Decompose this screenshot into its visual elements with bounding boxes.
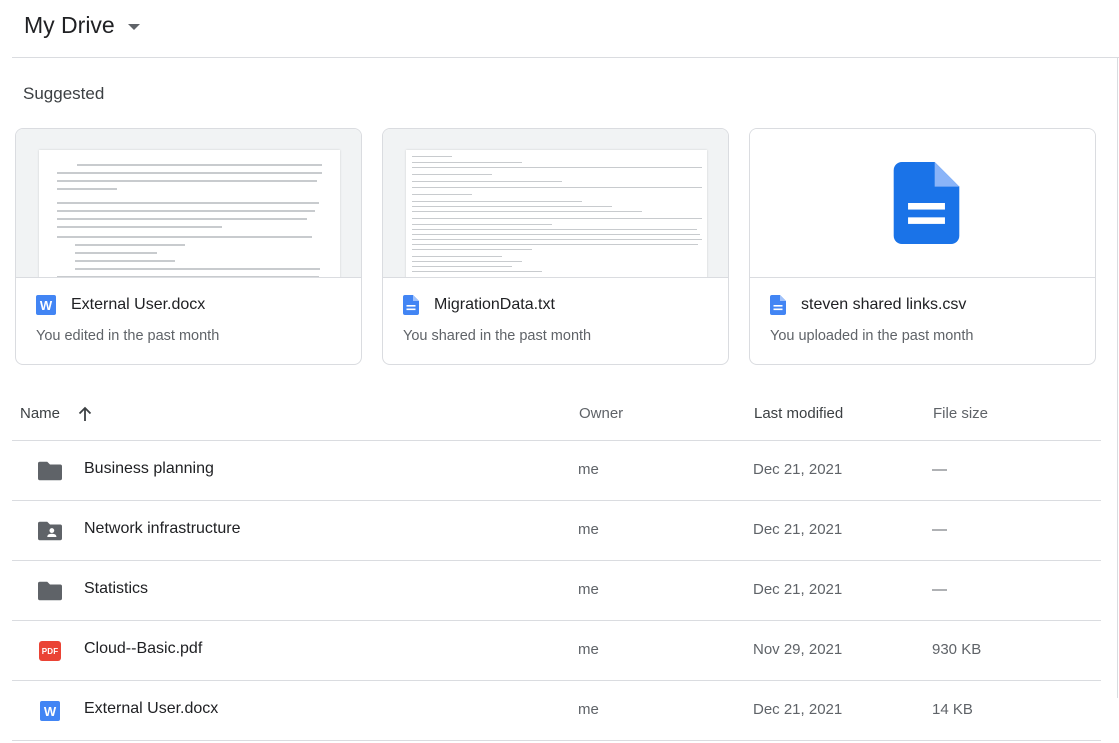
file-modified: Dec 21, 2021 bbox=[753, 581, 843, 598]
card-file-name: steven shared links.csv bbox=[801, 296, 967, 313]
file-list-header: Name Owner Last modified File size bbox=[0, 395, 1119, 441]
sort-by-modified-button[interactable]: Last modified bbox=[754, 405, 843, 422]
file-size: 14 KB bbox=[932, 701, 973, 718]
caret-down-icon bbox=[127, 23, 140, 30]
file-size: 930 KB bbox=[932, 641, 982, 658]
file-row[interactable]: Business planning me Dec 21, 2021 — bbox=[0, 441, 1119, 501]
arrow-up-icon bbox=[78, 406, 92, 421]
file-row[interactable]: W External User.docx me Dec 21, 2021 14 … bbox=[0, 681, 1119, 741]
file-row[interactable]: PDF Cloud--Basic.pdf me Nov 29, 2021 930… bbox=[0, 621, 1119, 681]
file-owner: me bbox=[578, 701, 599, 718]
page-title: My Drive bbox=[24, 12, 115, 38]
file-owner: me bbox=[578, 521, 599, 538]
word-icon: W bbox=[40, 701, 60, 721]
card-activity: You uploaded in the past month bbox=[770, 328, 974, 344]
header: My Drive bbox=[0, 0, 1119, 58]
suggested-card[interactable]: W External User.docx You edited in the p… bbox=[15, 128, 362, 365]
text-doc-icon bbox=[403, 295, 419, 315]
word-icon: W bbox=[36, 295, 56, 315]
file-preview bbox=[16, 129, 361, 278]
file-size: — bbox=[932, 581, 947, 598]
suggested-card[interactable]: steven shared links.csv You uploaded in … bbox=[749, 128, 1096, 365]
shared-folder-icon bbox=[38, 521, 62, 541]
card-activity: You shared in the past month bbox=[403, 328, 592, 344]
file-size: — bbox=[932, 461, 947, 478]
file-name: External User.docx bbox=[84, 700, 219, 717]
file-row[interactable]: Network infrastructure me Dec 21, 2021 — bbox=[0, 501, 1119, 561]
column-name-label: Name bbox=[20, 405, 61, 422]
file-preview bbox=[383, 129, 728, 278]
file-row[interactable]: Statistics me Dec 21, 2021 — bbox=[0, 561, 1119, 621]
suggested-heading: Suggested bbox=[23, 84, 105, 103]
text-doc-icon bbox=[893, 162, 960, 244]
file-owner: me bbox=[578, 641, 599, 658]
card-file-name: External User.docx bbox=[71, 296, 206, 313]
file-name: Statistics bbox=[84, 580, 149, 597]
file-preview bbox=[750, 129, 1095, 278]
card-file-name: MigrationData.txt bbox=[434, 296, 555, 313]
file-owner: me bbox=[578, 581, 599, 598]
file-modified: Nov 29, 2021 bbox=[753, 641, 843, 658]
file-size: — bbox=[932, 521, 947, 538]
file-modified: Dec 21, 2021 bbox=[753, 461, 843, 478]
my-drive-dropdown[interactable]: My Drive bbox=[24, 12, 140, 39]
file-owner: me bbox=[578, 461, 599, 478]
column-owner-label: Owner bbox=[579, 405, 624, 422]
sort-by-name-button[interactable]: Name bbox=[20, 405, 93, 422]
text-doc-icon bbox=[770, 295, 786, 315]
folder-icon bbox=[38, 581, 62, 601]
column-size-label: File size bbox=[933, 405, 989, 422]
header-divider bbox=[12, 57, 1119, 58]
card-activity: You edited in the past month bbox=[36, 328, 220, 344]
file-modified: Dec 21, 2021 bbox=[753, 521, 843, 538]
file-name: Network infrastructure bbox=[84, 520, 241, 537]
file-name: Cloud--Basic.pdf bbox=[84, 640, 203, 657]
suggested-card[interactable]: MigrationData.txt You shared in the past… bbox=[382, 128, 729, 365]
divider bbox=[12, 740, 1101, 741]
file-name: Business planning bbox=[84, 460, 214, 477]
pdf-icon: PDF bbox=[39, 641, 61, 661]
folder-icon bbox=[38, 461, 62, 481]
file-modified: Dec 21, 2021 bbox=[753, 701, 843, 718]
